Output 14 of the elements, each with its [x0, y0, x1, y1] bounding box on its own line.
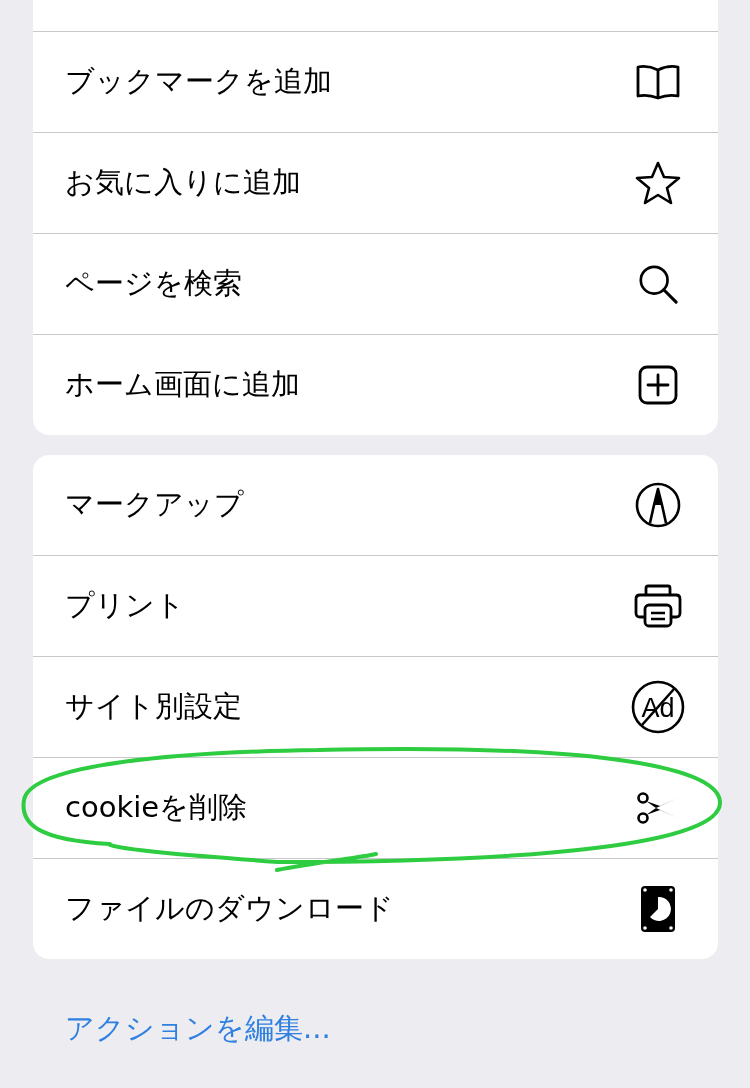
star-icon: [634, 160, 682, 206]
action-item[interactable]: ホーム画面に追加: [33, 335, 718, 435]
action-item[interactable]: お気に入りに追加: [33, 133, 718, 234]
action-item[interactable]: プリント: [33, 556, 718, 657]
printer-icon: [633, 583, 683, 629]
action-item[interactable]: ページを検索: [33, 234, 718, 335]
add-square-icon: [638, 365, 678, 405]
action-item[interactable]: マークアップ: [33, 455, 718, 556]
action-item[interactable]: ファイルのダウンロード: [33, 859, 718, 959]
book-icon: [634, 62, 682, 102]
action-item[interactable]: ブックマークを追加: [33, 32, 718, 133]
search-icon: [637, 263, 679, 305]
pen-circle-icon: [634, 481, 682, 529]
action-item[interactable]: cookieを削除: [33, 758, 718, 859]
